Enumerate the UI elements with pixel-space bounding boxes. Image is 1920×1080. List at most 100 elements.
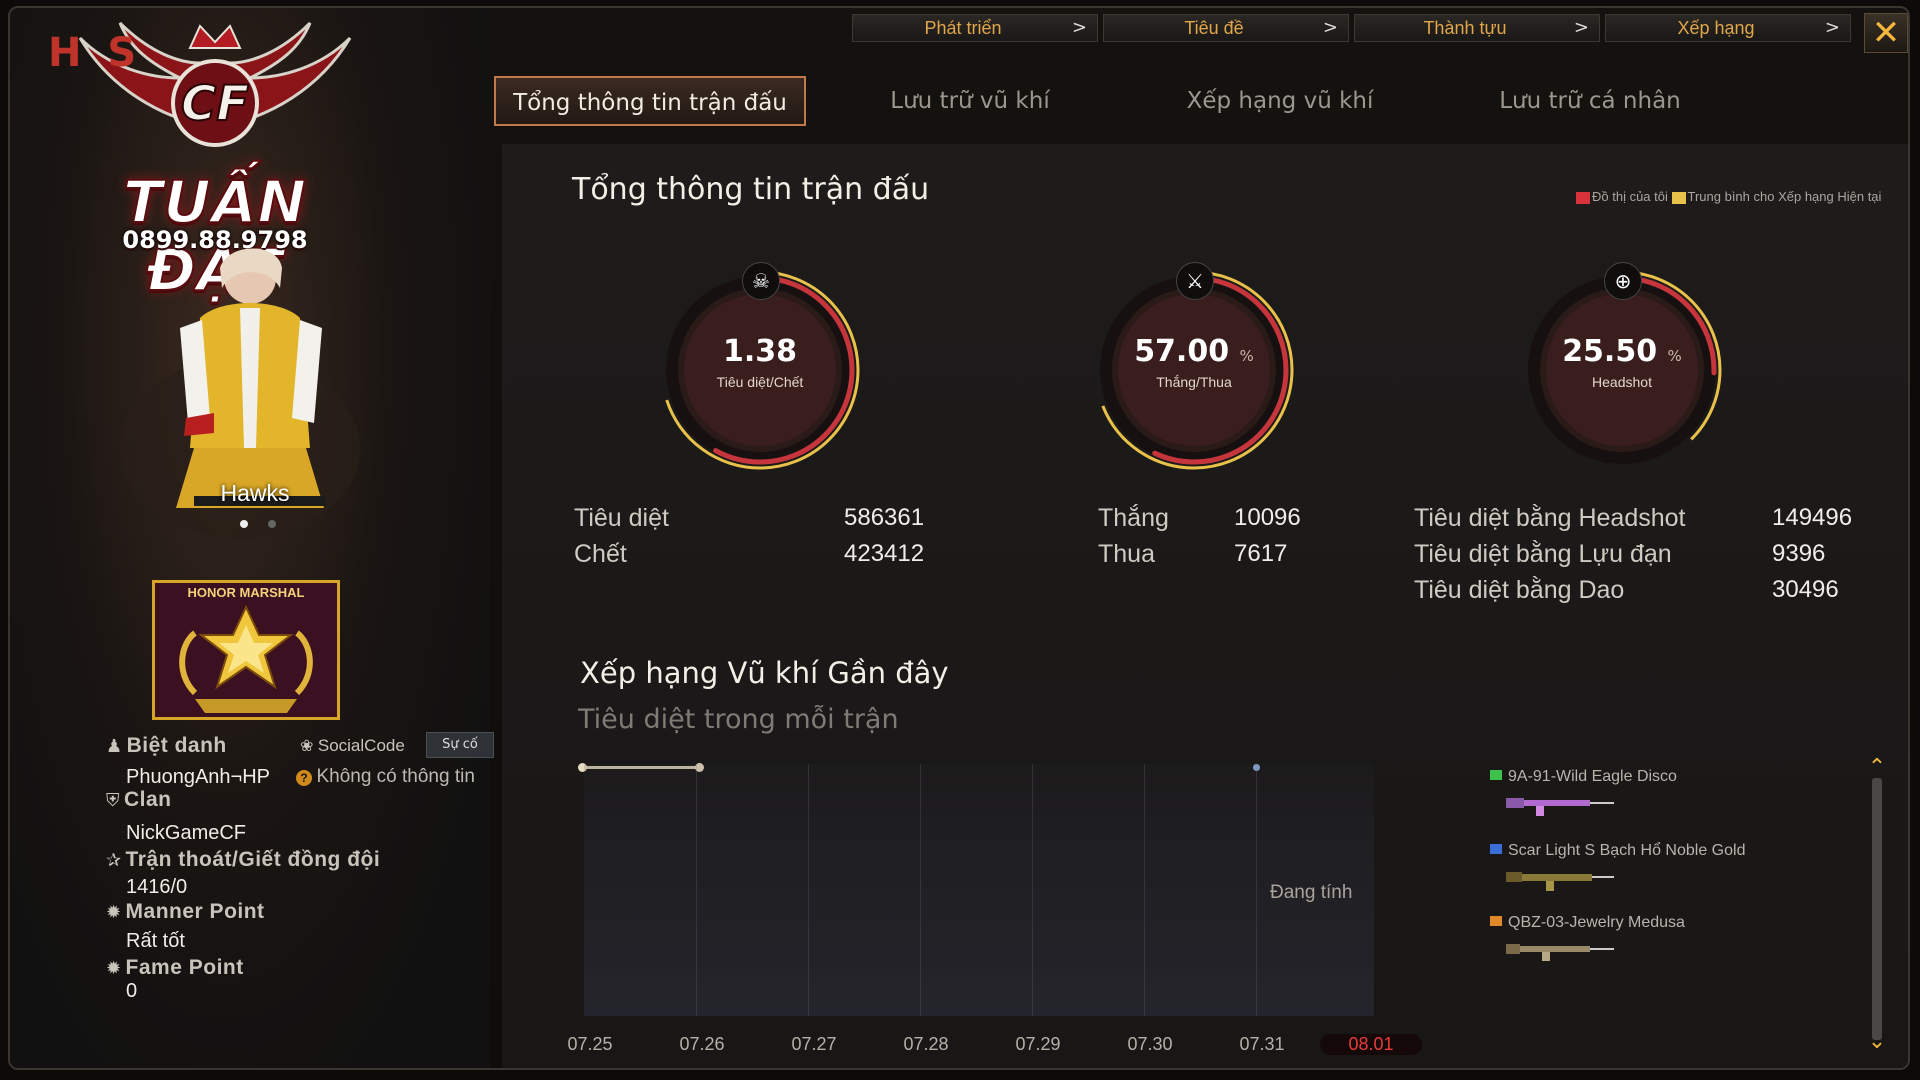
scroll-up-icon[interactable]: ⌃ [1866,757,1888,779]
clan-value: NickGameCF [126,822,247,844]
gauge-ring [1522,270,1722,470]
date-tick[interactable]: 07.28 [886,1034,966,1055]
gear-icon: ✹ [106,958,122,978]
carousel-dot-active[interactable] [240,520,248,528]
profile-panel: CF H S TUẤN ĐẠT 0899.88.9798 Hawks HONOR… [10,8,494,1068]
knife-kills-value: 30496 [1772,576,1839,603]
carousel-dot[interactable] [268,520,276,528]
date-tick[interactable]: 07.25 [550,1034,630,1055]
rifle-icon [1506,944,1614,961]
topnav-development[interactable]: Phát triển > [852,14,1098,42]
date-tick[interactable]: 07.27 [774,1034,854,1055]
weapon-list-scrollbar[interactable] [1872,778,1882,1040]
tab-weapon-archive[interactable]: Lưu trữ vũ khí [840,76,1100,126]
socialcode-label: ❀ SocialCode [300,736,405,755]
chart-gridline [808,764,809,1016]
kd-gauge: ☠ 1.38 Tiêu diệt/Chết [660,262,860,470]
manner-label: ✹ Manner Point [106,900,265,923]
topnav-achievements[interactable]: Thành tựu > [1354,14,1600,42]
chart-gridline [920,764,921,1016]
chart-gridline [1256,764,1257,1016]
manner-value: Rất tốt [126,930,185,952]
topnav-label: Tiêu đề [1184,18,1244,38]
tab-personal-archive[interactable]: Lưu trữ cá nhân [1450,76,1730,126]
crossed-swords-icon: ⚔ [1176,262,1214,300]
headshot-caption: Headshot [1592,374,1652,390]
deaths-value: 423412 [844,540,925,567]
knife-kills-label: Tiêu diệt bằng Dao [1414,576,1625,604]
grenade-kills-label: Tiêu diệt bằng Lựu đạn [1414,540,1672,568]
report-button[interactable]: Sự cố [426,732,494,758]
calculating-status: Đang tính [1270,882,1353,903]
weapon-name[interactable]: 9A-91-Wild Eagle Disco [1508,768,1677,786]
date-tick[interactable]: 07.31 [1222,1034,1302,1055]
fame-value: 0 [126,980,138,1002]
fame-label: ✹ Fame Point [106,956,244,979]
tab-match-overview[interactable]: Tổng thông tin trận đấu [494,76,806,126]
rank-badge: HONOR MARSHAL [152,580,340,720]
losses-value: 7617 [1234,540,1288,567]
close-button[interactable]: ✕ [1864,13,1908,53]
weapon-name[interactable]: Scar Light S Bạch Hổ Noble Gold [1508,842,1745,860]
legend-avg-label: Trung bình cho Xếp hạng Hiện tại [1687,189,1882,204]
chart-gridline [1032,764,1033,1016]
kills-label: Tiêu diệt [574,504,669,532]
topnav-label: Thành tựu [1423,18,1507,38]
question-icon: ? [296,770,312,786]
winrate-caption: Thắng/Thua [1156,374,1232,390]
wins-value: 10096 [1234,504,1301,531]
chevron-right-icon: > [1322,17,1338,38]
topnav-ranking[interactable]: Xếp hạng > [1605,14,1851,42]
rank-badge-label: HONOR MARSHAL [187,585,305,600]
kd-caption: Tiêu diệt/Chết [716,374,804,390]
topnav-label: Xếp hạng [1677,18,1755,38]
user-icon: ♟ [106,736,123,756]
gear-icon: ✹ [106,902,122,922]
chart-gridline [696,764,697,1016]
character-name: Hawks [220,480,290,506]
headshot-value: 25.50 % [1562,334,1682,369]
star-medal-icon [179,604,313,713]
shield-icon: ⛨ [106,790,120,810]
rifle-icon [1506,798,1614,816]
date-tick-selected[interactable]: 08.01 [1320,1034,1422,1055]
headshot-gauge: ⊕ 25.50 % Headshot [1522,262,1722,470]
chevron-right-icon: > [1071,17,1087,38]
wins-label: Thắng [1098,504,1169,532]
weapon-color-swatch [1490,770,1502,780]
losses-label: Thua [1098,540,1155,568]
brand-watermark: H S [48,30,143,76]
date-tick[interactable]: 07.30 [1110,1034,1190,1055]
running-icon: ✰ [106,850,122,870]
overview-title: Tổng thông tin trận đấu [572,172,930,207]
grenade-kills-value: 9396 [1772,540,1826,567]
socialcode-value: ? Không có thông tin [296,766,475,788]
chevron-right-icon: > [1573,17,1589,38]
weapon-color-swatch [1490,844,1502,854]
date-tick[interactable]: 07.26 [662,1034,742,1055]
headshot-kills-label: Tiêu diệt bằng Headshot [1414,504,1686,532]
chevron-right-icon: > [1824,17,1840,38]
scroll-down-icon[interactable]: ⌄ [1866,1031,1888,1053]
crosshair-icon: ⊕ [1604,262,1642,300]
weapon-rank-subtitle: Tiêu diệt trong mỗi trận [578,704,899,735]
weapon-name[interactable]: QBZ-03-Jewelry Medusa [1508,914,1685,932]
legend-mine-swatch [1576,191,1590,204]
gauge-ring [660,270,860,470]
headshot-kills-value: 149496 [1772,504,1853,531]
weapon-rank-title: Xếp hạng Vũ khí Gần đây [580,656,949,690]
chart-gridline [1144,764,1145,1016]
chart-legend: Đồ thị của tôi Trung bình cho Xếp hạng H… [1576,188,1896,205]
date-tick[interactable]: 07.29 [998,1034,1078,1055]
winrate-gauge: ⚔ 57.00 % Thắng/Thua [1094,262,1294,470]
skull-crossbones-icon: ☠ [742,262,780,300]
kills-value: 586361 [844,504,925,531]
topnav-title[interactable]: Tiêu đề > [1103,14,1349,42]
nickname-value: PhuongAnh¬HP [126,766,271,788]
tab-weapon-ranking[interactable]: Xếp hạng vũ khí [1140,76,1420,126]
window-frame: CF H S TUẤN ĐẠT 0899.88.9798 Hawks HONOR… [8,6,1910,1070]
legend-mine-label: Đồ thị của tôi [1592,189,1668,204]
escape-value: 1416/0 [126,876,188,898]
topnav-label: Phát triển [924,18,1002,38]
gauge-ring [1094,270,1294,470]
